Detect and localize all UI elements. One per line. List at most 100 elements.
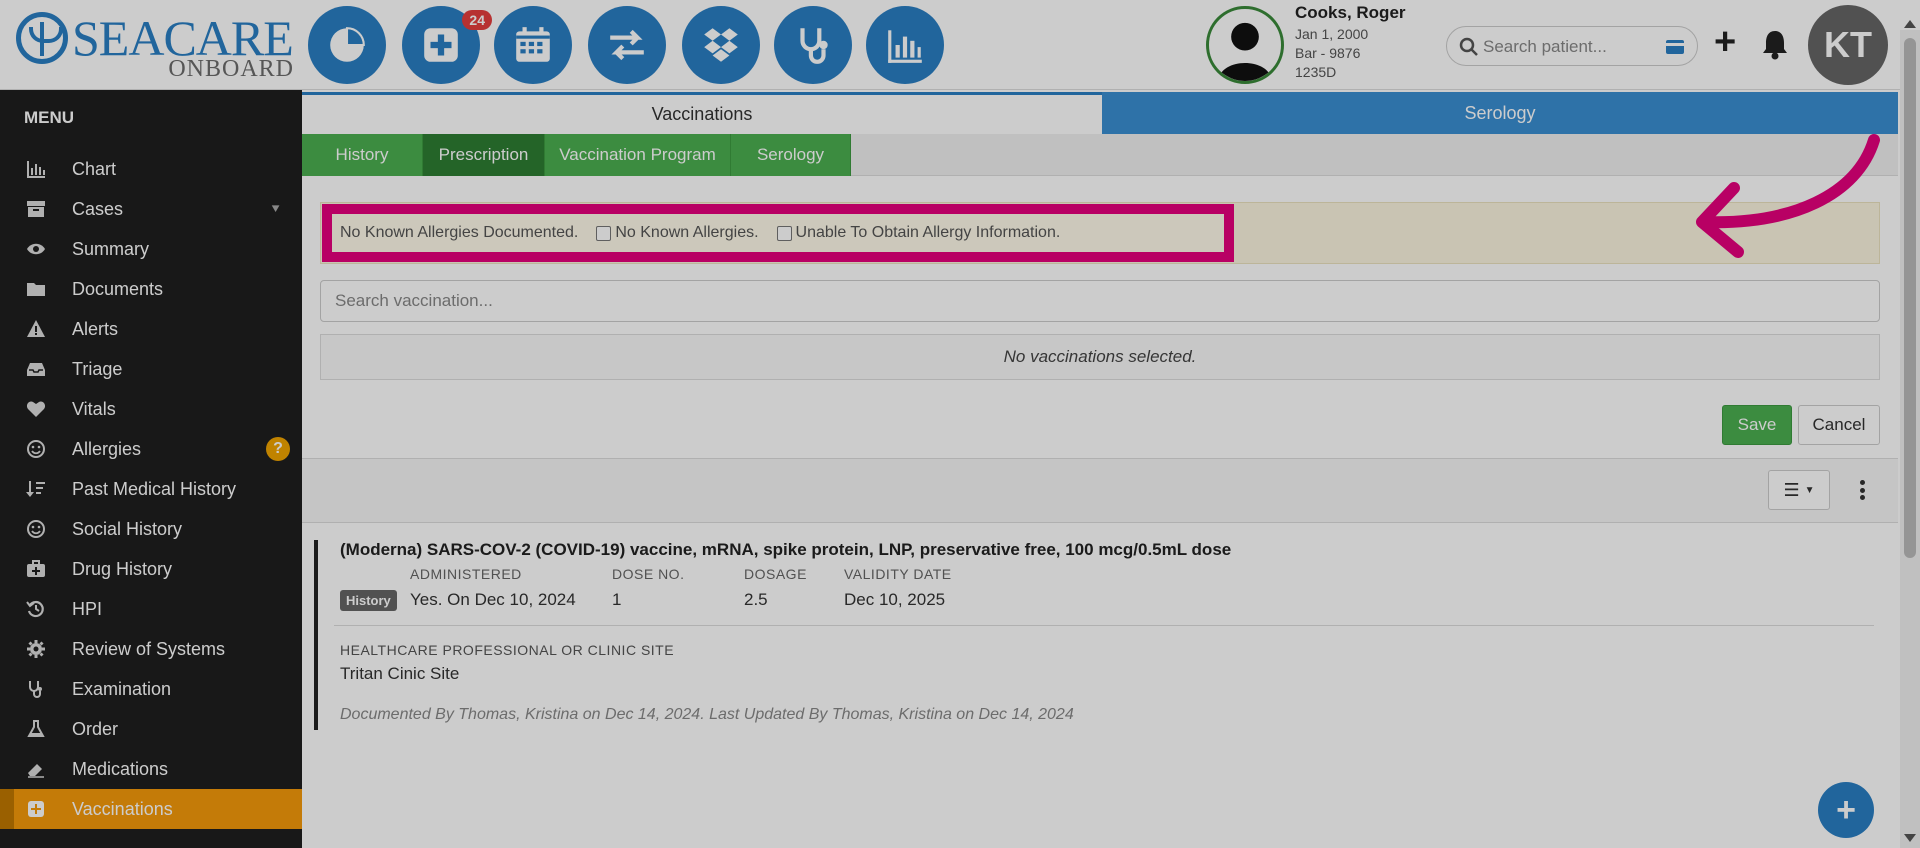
history-badge: History <box>340 590 397 611</box>
stethoscope-icon[interactable] <box>774 6 852 84</box>
sidebar-item-examination[interactable]: Examination <box>0 669 302 709</box>
sidebar-item-vitals[interactable]: Vitals <box>0 389 302 429</box>
record-title: (Moderna) SARS-COV-2 (COVID-19) vaccine,… <box>340 540 1232 559</box>
id-card-icon[interactable] <box>1665 39 1685 55</box>
main-content: Vaccinations Serology History Prescripti… <box>302 90 1900 848</box>
inbox-icon <box>27 363 45 376</box>
patient-code: 1235D <box>1295 64 1337 80</box>
chevron-down-icon[interactable]: ⯆ <box>270 201 281 218</box>
page-scrollbar[interactable] <box>1900 20 1920 848</box>
pie-chart-icon[interactable] <box>308 6 386 84</box>
sidebar-item-vaccinations[interactable]: Vaccinations <box>0 789 302 829</box>
bar-chart-icon <box>27 161 45 178</box>
subtab-vaccination-program[interactable]: Vaccination Program <box>545 134 731 176</box>
sidebar-item-drug-history[interactable]: Drug History <box>0 549 302 589</box>
site-header: HEALTHCARE PROFESSIONAL OR CLINIC SITE <box>340 642 675 658</box>
medkit-icon <box>27 560 45 577</box>
caret-down-icon: ▼ <box>1804 484 1815 496</box>
tab-vaccinations[interactable]: Vaccinations <box>302 92 1102 134</box>
sidebar-item-triage[interactable]: Triage <box>0 349 302 389</box>
sidebar-item-label: Examination <box>72 678 172 699</box>
cancel-button[interactable]: Cancel <box>1798 405 1880 445</box>
vaccination-record[interactable]: (Moderna) SARS-COV-2 (COVID-19) vaccine,… <box>314 540 1884 730</box>
sidebar-item-hpi[interactable]: HPI <box>0 589 302 629</box>
list-view-dropdown[interactable]: ☰ ▼ <box>1768 470 1830 510</box>
subtab-serology[interactable]: Serology <box>731 134 851 176</box>
sidebar-item-medications[interactable]: Medications <box>0 749 302 789</box>
history-icon <box>26 600 44 618</box>
patient-photo[interactable] <box>1206 6 1284 84</box>
allergy-documented-text: No Known Allergies Documented. <box>340 224 579 241</box>
bell-icon[interactable] <box>1760 28 1790 60</box>
seacare-logo[interactable]: SEACARE ONBOARD <box>14 8 294 82</box>
bar-chart-icon[interactable] <box>866 6 944 84</box>
column-value: Yes. On Dec 10, 2024 <box>410 590 576 609</box>
documented-by-note: Documented By Thomas, Kristina on Dec 14… <box>340 706 1074 723</box>
sidebar-item-allergies[interactable]: Allergies ? <box>0 429 302 469</box>
patient-name[interactable]: Cooks, Roger <box>1295 3 1455 23</box>
sidebar-item-cases[interactable]: Cases ⯆ <box>0 189 302 229</box>
subtab-history[interactable]: History <box>302 134 423 176</box>
sidebar-item-label: Order <box>72 718 119 739</box>
sidebar-item-documents[interactable]: Documents <box>0 269 302 309</box>
vaccination-search-input[interactable] <box>321 281 1879 321</box>
sidebar-item-label: Allergies <box>72 438 142 459</box>
transfer-arrows-icon[interactable] <box>588 6 666 84</box>
scroll-up-arrow-icon[interactable] <box>1904 20 1916 28</box>
plus-square-icon <box>28 801 44 817</box>
sidebar-item-alerts[interactable]: Alerts <box>0 309 302 349</box>
archive-icon <box>27 201 45 217</box>
sidebar-item-label: Chart <box>72 158 117 179</box>
sort-icon <box>26 481 45 497</box>
save-button[interactable]: Save <box>1722 405 1792 445</box>
smile-icon <box>27 520 45 538</box>
dropbox-icon[interactable] <box>682 6 760 84</box>
sidebar-item-label: Documents <box>72 278 164 299</box>
sidebar-item-label: Medications <box>72 758 169 779</box>
unable-to-obtain-checkbox[interactable] <box>776 225 792 241</box>
list-toolbar <box>302 459 1898 523</box>
patient-search-box[interactable] <box>1446 26 1698 66</box>
user-avatar[interactable]: KT <box>1808 5 1888 85</box>
patient-dob: Jan 1, 2000 <box>1295 26 1369 42</box>
no-known-allergies-label[interactable]: No Known Allergies. <box>615 224 758 242</box>
sidebar-item-order[interactable]: Order <box>0 709 302 749</box>
sidebar-item-past-medical-history[interactable]: Past Medical History <box>0 469 302 509</box>
sidebar-item-chart[interactable]: Chart <box>0 149 302 189</box>
sidebar-item-label: Summary <box>72 238 150 259</box>
subtab-prescription[interactable]: Prescription <box>423 134 545 176</box>
warning-icon <box>27 320 45 337</box>
column-value: Dec 10, 2025 <box>844 590 946 609</box>
no-known-allergies-checkbox[interactable] <box>596 225 612 241</box>
calendar-icon[interactable] <box>494 6 572 84</box>
sidebar-item-label: Vaccinations <box>72 798 173 819</box>
patient-id-line: Bar - 9876 <box>1295 45 1361 61</box>
search-icon <box>1459 37 1478 56</box>
sidebar-item-review-of-systems[interactable]: Review of Systems <box>0 629 302 669</box>
notification-badge: 24 <box>462 10 492 30</box>
add-plus-icon[interactable]: + <box>1714 23 1742 61</box>
help-icon[interactable]: ? <box>266 437 290 461</box>
sidebar-item-label: Alerts <box>72 318 119 339</box>
sidebar-item-summary[interactable]: Summary <box>0 229 302 269</box>
sidebar-item-label: Review of Systems <box>72 638 226 659</box>
smile-icon <box>27 440 45 458</box>
scroll-thumb[interactable] <box>1904 38 1916 558</box>
scroll-down-arrow-icon[interactable] <box>1904 834 1916 842</box>
unable-to-obtain-label[interactable]: Unable To Obtain Allergy Information. <box>796 224 1061 242</box>
dose-no-column: DOSE NO. 1 <box>612 566 684 610</box>
menu-title: MENU <box>24 108 75 127</box>
patient-search-input[interactable] <box>1483 33 1663 61</box>
sidebar-item-label: HPI <box>72 598 103 619</box>
medical-plus-icon[interactable]: 24 <box>402 6 492 84</box>
column-value: 2.5 <box>744 590 768 609</box>
trident-icon <box>16 12 68 64</box>
empty-vaccinations-message: No vaccinations selected. <box>320 334 1880 380</box>
column-header: DOSAGE <box>744 566 807 582</box>
add-floating-button[interactable]: + <box>1818 782 1874 838</box>
sidebar-item-label: Cases <box>72 198 124 219</box>
gear-icon <box>27 640 45 658</box>
kebab-menu-icon[interactable] <box>1856 476 1868 504</box>
sidebar-item-social-history[interactable]: Social History <box>0 509 302 549</box>
vaccination-search-box[interactable] <box>320 280 1880 322</box>
